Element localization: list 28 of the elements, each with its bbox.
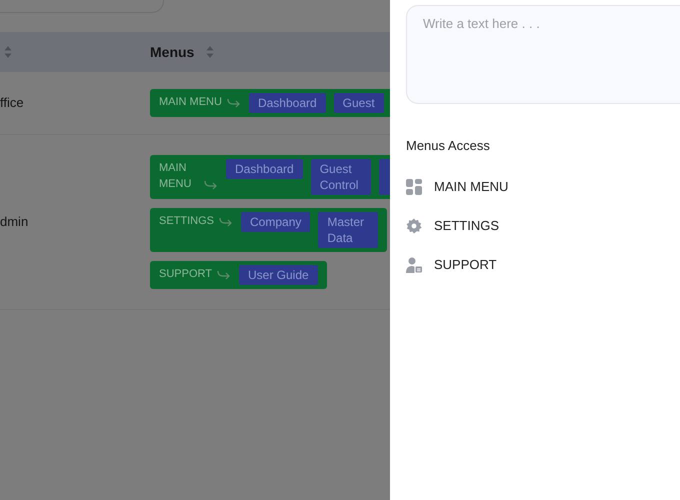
menu-access-item[interactable]: MAIN MENU: [434, 177, 508, 197]
menu-access-item[interactable]: SUPPORT: [434, 255, 497, 275]
sort-icon[interactable]: [206, 45, 214, 59]
menu-chip: Guest: [334, 93, 384, 113]
arrow-icon: [219, 217, 234, 227]
arrow-icon: [204, 180, 218, 190]
user-card-icon: [406, 257, 422, 273]
arrow-icon: [216, 270, 231, 280]
section-title: Menus Access: [406, 137, 491, 155]
table-cell: ffice: [0, 95, 24, 110]
menu-chip: Guest Control: [310, 159, 371, 195]
menu-chip: User Guide: [238, 265, 318, 285]
menu-group-label: SETTINGS: [159, 214, 214, 229]
column-header: Menus: [150, 42, 194, 62]
menu-chip: Dashboard: [226, 159, 303, 179]
table-cell: dmin: [0, 214, 28, 230]
settings-icon: [406, 218, 422, 234]
menu-group-label: SUPPORT: [159, 267, 212, 282]
arrow-icon: [226, 98, 241, 108]
menu-chip: Company: [241, 212, 310, 232]
menu-access-item[interactable]: SETTINGS: [434, 216, 500, 236]
grid-icon: [406, 179, 422, 195]
sort-icon[interactable]: [4, 45, 12, 59]
menu-group-label: MAIN MENU: [159, 161, 192, 192]
menu-chip: Dashboard: [248, 93, 326, 113]
menu-group-label: MAIN MENU: [159, 95, 222, 110]
text-area[interactable]: Write a text here . . .: [406, 5, 680, 104]
menu-chip: Master Data: [318, 212, 378, 248]
